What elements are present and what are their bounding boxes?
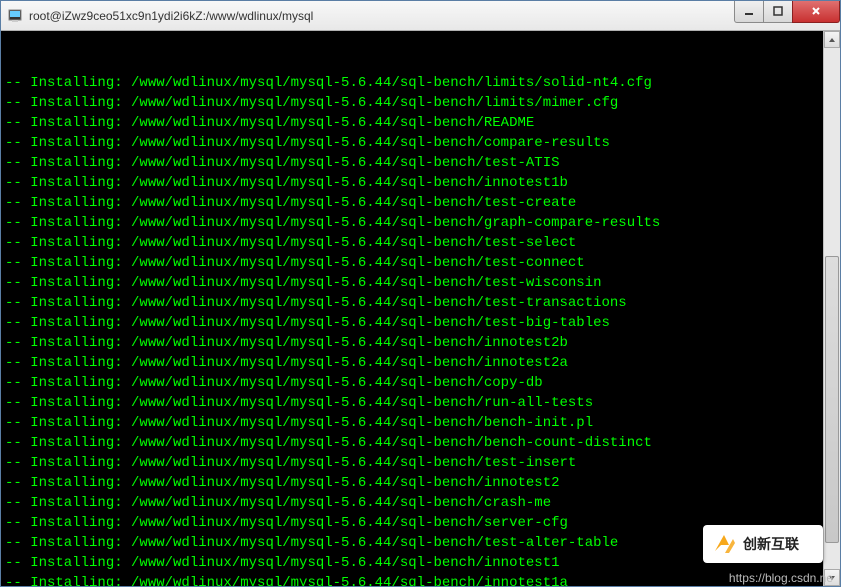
install-line: -- Installing: /www/wdlinux/mysql/mysql-… (5, 293, 836, 313)
install-line: -- Installing: /www/wdlinux/mysql/mysql-… (5, 193, 836, 213)
scroll-track[interactable] (824, 48, 840, 569)
install-line: -- Installing: /www/wdlinux/mysql/mysql-… (5, 353, 836, 373)
brand-text: 创新互联 (743, 534, 799, 554)
scroll-up-button[interactable] (824, 31, 840, 48)
install-line: -- Installing: /www/wdlinux/mysql/mysql-… (5, 433, 836, 453)
watermark: https://blog.csdn.ne (729, 571, 833, 585)
install-line: -- Installing: /www/wdlinux/mysql/mysql-… (5, 453, 836, 473)
minimize-button[interactable] (734, 1, 764, 23)
install-line: -- Installing: /www/wdlinux/mysql/mysql-… (5, 93, 836, 113)
brand-badge: 创新互联 (703, 525, 823, 563)
install-line: -- Installing: /www/wdlinux/mysql/mysql-… (5, 153, 836, 173)
maximize-button[interactable] (763, 1, 793, 23)
install-line: -- Installing: /www/wdlinux/mysql/mysql-… (5, 173, 836, 193)
scroll-thumb[interactable] (825, 256, 839, 543)
install-line: -- Installing: /www/wdlinux/mysql/mysql-… (5, 133, 836, 153)
putty-icon (7, 8, 23, 24)
install-line: -- Installing: /www/wdlinux/mysql/mysql-… (5, 333, 836, 353)
brand-logo-icon (711, 531, 737, 557)
install-line: -- Installing: /www/wdlinux/mysql/mysql-… (5, 113, 836, 133)
install-line: -- Installing: /www/wdlinux/mysql/mysql-… (5, 73, 836, 93)
install-line: -- Installing: /www/wdlinux/mysql/mysql-… (5, 213, 836, 233)
install-line: -- Installing: /www/wdlinux/mysql/mysql-… (5, 373, 836, 393)
titlebar[interactable]: root@iZwz9ceo51xc9n1ydi2i6kZ:/www/wdlinu… (1, 1, 840, 31)
install-line: -- Installing: /www/wdlinux/mysql/mysql-… (5, 573, 836, 586)
putty-window: root@iZwz9ceo51xc9n1ydi2i6kZ:/www/wdlinu… (0, 0, 841, 587)
close-button[interactable] (792, 1, 840, 23)
install-line: -- Installing: /www/wdlinux/mysql/mysql-… (5, 413, 836, 433)
scrollbar[interactable] (823, 31, 840, 586)
window-controls (735, 1, 840, 23)
install-line: -- Installing: /www/wdlinux/mysql/mysql-… (5, 473, 836, 493)
install-line: -- Installing: /www/wdlinux/mysql/mysql-… (5, 313, 836, 333)
terminal[interactable]: -- Installing: /www/wdlinux/mysql/mysql-… (1, 31, 840, 586)
install-line: -- Installing: /www/wdlinux/mysql/mysql-… (5, 253, 836, 273)
window-title: root@iZwz9ceo51xc9n1ydi2i6kZ:/www/wdlinu… (29, 9, 735, 23)
install-line: -- Installing: /www/wdlinux/mysql/mysql-… (5, 493, 836, 513)
install-line: -- Installing: /www/wdlinux/mysql/mysql-… (5, 273, 836, 293)
install-line: -- Installing: /www/wdlinux/mysql/mysql-… (5, 233, 836, 253)
install-line: -- Installing: /www/wdlinux/mysql/mysql-… (5, 393, 836, 413)
